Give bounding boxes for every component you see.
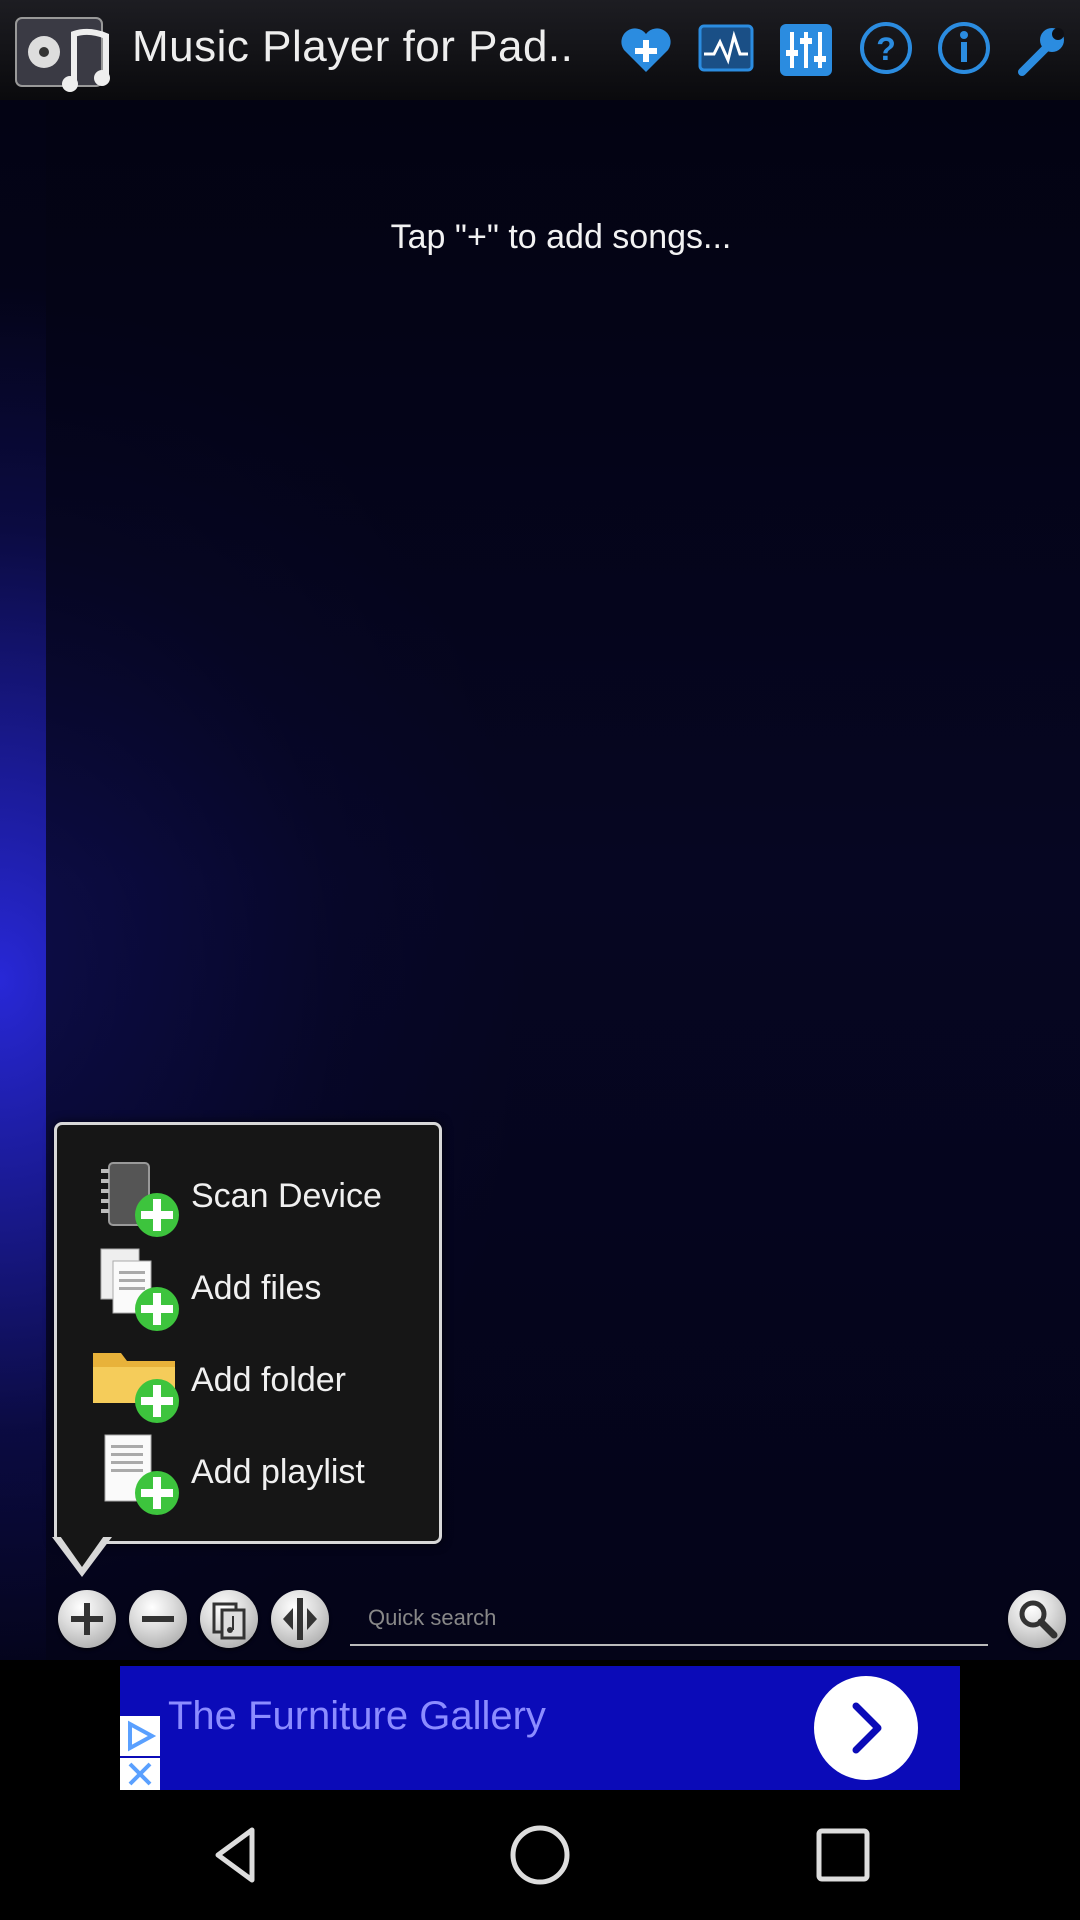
recents-nav-button[interactable] — [806, 1818, 880, 1892]
search-button[interactable] — [1008, 1590, 1066, 1648]
top-bar: Music Player for Pad.. ? — [0, 0, 1080, 100]
copy-music-icon — [212, 1602, 246, 1640]
add-button[interactable] — [58, 1590, 116, 1648]
ad-banner[interactable]: The Furniture Gallery — [120, 1666, 960, 1790]
sort-icon — [283, 1598, 317, 1640]
scan-device-icon — [87, 1155, 187, 1241]
copy-music-button[interactable] — [200, 1590, 258, 1648]
menu-item-label: Scan Device — [191, 1177, 382, 1215]
equalizer-icon[interactable] — [776, 20, 836, 80]
remove-icon — [142, 1616, 174, 1622]
empty-playlist-hint: Tap "+" to add songs... — [390, 218, 732, 256]
info-icon[interactable] — [934, 20, 994, 80]
quick-search-field[interactable] — [350, 1596, 988, 1646]
home-circle-icon — [510, 1825, 570, 1885]
add-files-icon — [87, 1247, 187, 1333]
menu-item-scan-device[interactable]: Scan Device — [87, 1155, 427, 1241]
menu-item-label: Add folder — [191, 1361, 346, 1399]
quick-search-input[interactable] — [350, 1596, 988, 1640]
settings-wrench-icon[interactable] — [1012, 20, 1072, 80]
sort-button[interactable] — [271, 1590, 329, 1648]
favorite-add-icon[interactable] — [616, 20, 676, 80]
ad-close-icon[interactable] — [120, 1758, 160, 1790]
add-icon — [71, 1603, 103, 1635]
home-nav-button[interactable] — [503, 1818, 577, 1892]
back-nav-button[interactable] — [200, 1818, 274, 1892]
help-icon[interactable]: ? — [856, 20, 916, 80]
popup-pointer-inner — [58, 1533, 106, 1567]
add-playlist-icon — [87, 1431, 187, 1517]
app-title: Music Player for Pad.. — [132, 22, 574, 71]
add-songs-menu: Scan Device Add files Add folder Add pla… — [54, 1122, 442, 1544]
recents-square-icon — [816, 1828, 870, 1882]
system-navigation-bar — [0, 1790, 1080, 1920]
menu-item-add-playlist[interactable]: Add playlist — [87, 1431, 427, 1517]
menu-item-add-folder[interactable]: Add folder — [87, 1339, 427, 1425]
ad-open-button[interactable] — [814, 1676, 918, 1780]
search-icon — [1019, 1600, 1058, 1639]
svg-text:?: ? — [876, 31, 896, 67]
menu-item-label: Add files — [191, 1269, 322, 1307]
menu-item-add-files[interactable]: Add files — [87, 1247, 427, 1333]
menu-item-label: Add playlist — [191, 1453, 365, 1491]
visualizer-icon[interactable] — [696, 20, 756, 80]
chevron-right-icon — [852, 1702, 882, 1754]
back-triangle-icon — [215, 1827, 255, 1883]
remove-button[interactable] — [129, 1590, 187, 1648]
ad-title: The Furniture Gallery — [168, 1694, 546, 1738]
add-folder-icon — [87, 1339, 187, 1425]
ad-choices-icon[interactable] — [120, 1716, 160, 1756]
app-logo-icon — [14, 14, 114, 94]
